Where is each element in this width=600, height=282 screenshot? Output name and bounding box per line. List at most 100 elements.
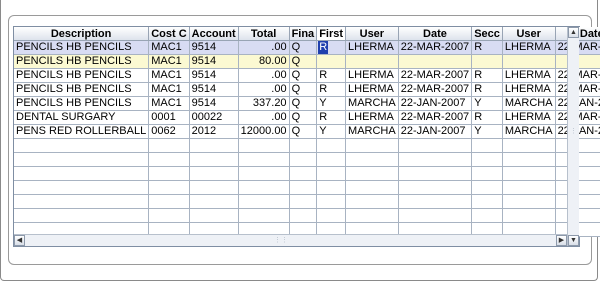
cell-date-1[interactable]: [398, 180, 473, 195]
cell-total[interactable]: .00: [238, 82, 290, 97]
cell-description[interactable]: [14, 166, 150, 181]
cell-date-1[interactable]: [398, 54, 473, 69]
cell-account[interactable]: [189, 166, 239, 181]
col-header-description[interactable]: Description: [14, 27, 150, 41]
cell-cost-centre[interactable]: MAC1: [148, 40, 190, 55]
cell-description[interactable]: PENCILS HB PENCILS: [14, 40, 150, 55]
table-row[interactable]: PENCILS HB PENCILS MAC1 9514.00 Q R LHERMA 22-…: [14, 68, 600, 83]
col-header-total[interactable]: Total: [238, 27, 290, 41]
empty-table-row[interactable]: [14, 138, 600, 153]
cell-second-approval[interactable]: [471, 152, 503, 167]
scroll-left-icon[interactable]: ◀: [14, 235, 25, 246]
cell-first-approval[interactable]: [316, 166, 347, 181]
cell-user-1[interactable]: MARCHA: [345, 124, 399, 139]
cell-total[interactable]: [238, 152, 290, 167]
cell-second-approval[interactable]: [471, 54, 503, 69]
cell-user-2[interactable]: [502, 54, 556, 69]
cell-first-approval[interactable]: Y: [316, 96, 347, 111]
cell-financial[interactable]: Q: [289, 96, 318, 111]
cell-description[interactable]: [14, 208, 150, 223]
cell-description[interactable]: [14, 152, 150, 167]
cell-first-approval[interactable]: [316, 138, 347, 153]
cell-second-approval[interactable]: [471, 194, 503, 209]
cell-user-1[interactable]: MARCHA: [345, 96, 399, 111]
cell-cost-centre[interactable]: [148, 180, 190, 195]
cell-user-1[interactable]: [345, 180, 399, 195]
cell-total[interactable]: [238, 138, 290, 153]
cell-description[interactable]: PENS RED ROLLERBALL: [14, 124, 150, 139]
col-header-date-1[interactable]: Date: [398, 27, 473, 41]
table-row[interactable]: PENS RED ROLLERBALL 0062 2012 12000.00 Q Y MAR…: [14, 124, 600, 139]
cell-cost-centre[interactable]: [148, 166, 190, 181]
cell-cost-centre[interactable]: [148, 152, 190, 167]
cell-account[interactable]: 00022: [189, 110, 239, 125]
cell-account[interactable]: [189, 208, 239, 223]
cell-financial[interactable]: [289, 152, 318, 167]
cell-description[interactable]: [14, 194, 150, 209]
cell-second-approval[interactable]: [471, 180, 503, 195]
cell-total[interactable]: .00: [238, 110, 290, 125]
cell-user-2[interactable]: LHERMA: [502, 110, 556, 125]
cell-account[interactable]: 9514: [189, 40, 239, 55]
cell-account[interactable]: 9514: [189, 96, 239, 111]
cell-total[interactable]: .00: [238, 68, 290, 83]
cell-date-1[interactable]: 22-MAR-2007: [398, 82, 473, 97]
cell-description[interactable]: [14, 138, 150, 153]
cell-total[interactable]: 12000.00: [238, 124, 290, 139]
cell-user-2[interactable]: LHERMA: [502, 82, 556, 97]
cell-first-approval[interactable]: [316, 180, 347, 195]
cell-account[interactable]: [189, 152, 239, 167]
table-row[interactable]: PENCILS HB PENCILS MAC1 9514.00 Q R LHERMA 22-…: [14, 40, 600, 55]
cell-user-2[interactable]: LHERMA: [502, 68, 556, 83]
cell-account[interactable]: [189, 194, 239, 209]
cell-account[interactable]: 9514: [189, 54, 239, 69]
cell-description[interactable]: PENCILS HB PENCILS: [14, 82, 150, 97]
cell-date-1[interactable]: [398, 166, 473, 181]
col-header-user-1[interactable]: User: [345, 27, 399, 41]
cell-total[interactable]: [238, 166, 290, 181]
cell-financial[interactable]: Q: [289, 110, 318, 125]
cell-cost-centre[interactable]: MAC1: [148, 68, 190, 83]
cell-cost-centre[interactable]: [148, 138, 190, 153]
cell-user-2[interactable]: [502, 152, 556, 167]
cell-financial[interactable]: Q: [289, 82, 318, 97]
table-row[interactable]: PENCILS HB PENCILS MAC1 9514 337.20 Q Y MARCHA…: [14, 96, 600, 111]
col-header-cost-centre[interactable]: Cost C: [148, 27, 190, 41]
cell-second-approval[interactable]: [471, 166, 503, 181]
cell-description[interactable]: PENCILS HB PENCILS: [14, 68, 150, 83]
cell-date-1[interactable]: 22-MAR-2007: [398, 68, 473, 83]
col-header-financial[interactable]: Fina: [289, 27, 318, 41]
cell-user-1[interactable]: LHERMA: [345, 82, 399, 97]
cell-cost-centre[interactable]: [148, 194, 190, 209]
table-row[interactable]: PENCILS HB PENCILS MAC1 9514 80.00 Q: [14, 54, 600, 69]
cell-financial[interactable]: [289, 166, 318, 181]
cell-date-1[interactable]: 22-MAR-2007: [398, 40, 473, 55]
horizontal-scrollbar[interactable]: ◀ ⋮⋮ ▶: [14, 234, 567, 246]
cell-first-approval[interactable]: [316, 194, 347, 209]
cell-first-approval[interactable]: [316, 208, 347, 223]
col-header-user-2[interactable]: User: [502, 27, 556, 41]
cell-first-approval[interactable]: Y: [316, 124, 347, 139]
cell-cost-centre[interactable]: 0062: [148, 124, 190, 139]
cell-user-2[interactable]: [502, 166, 556, 181]
scroll-up-icon[interactable]: ▲: [568, 27, 579, 38]
cell-user-1[interactable]: LHERMA: [345, 40, 399, 55]
col-header-second[interactable]: Secc: [471, 27, 503, 41]
cell-second-approval[interactable]: Y: [471, 124, 503, 139]
cell-first-approval[interactable]: R: [316, 82, 347, 97]
cell-user-1[interactable]: [345, 166, 399, 181]
cell-account[interactable]: 2012: [189, 124, 239, 139]
empty-table-row[interactable]: [14, 152, 600, 167]
cell-second-approval[interactable]: [471, 138, 503, 153]
cell-first-approval[interactable]: [316, 152, 347, 167]
cell-user-1[interactable]: LHERMA: [345, 68, 399, 83]
cell-second-approval[interactable]: [471, 208, 503, 223]
cell-account[interactable]: [189, 138, 239, 153]
focused-cell-value[interactable]: R: [318, 41, 329, 54]
table-row[interactable]: DENTAL SURGARY 0001 00022.00 Q R LHERMA 22-MAR…: [14, 110, 600, 125]
cell-cost-centre[interactable]: MAC1: [148, 96, 190, 111]
empty-table-row[interactable]: [14, 208, 600, 223]
cell-account[interactable]: 9514: [189, 68, 239, 83]
cell-description[interactable]: [14, 180, 150, 195]
cell-financial[interactable]: [289, 138, 318, 153]
